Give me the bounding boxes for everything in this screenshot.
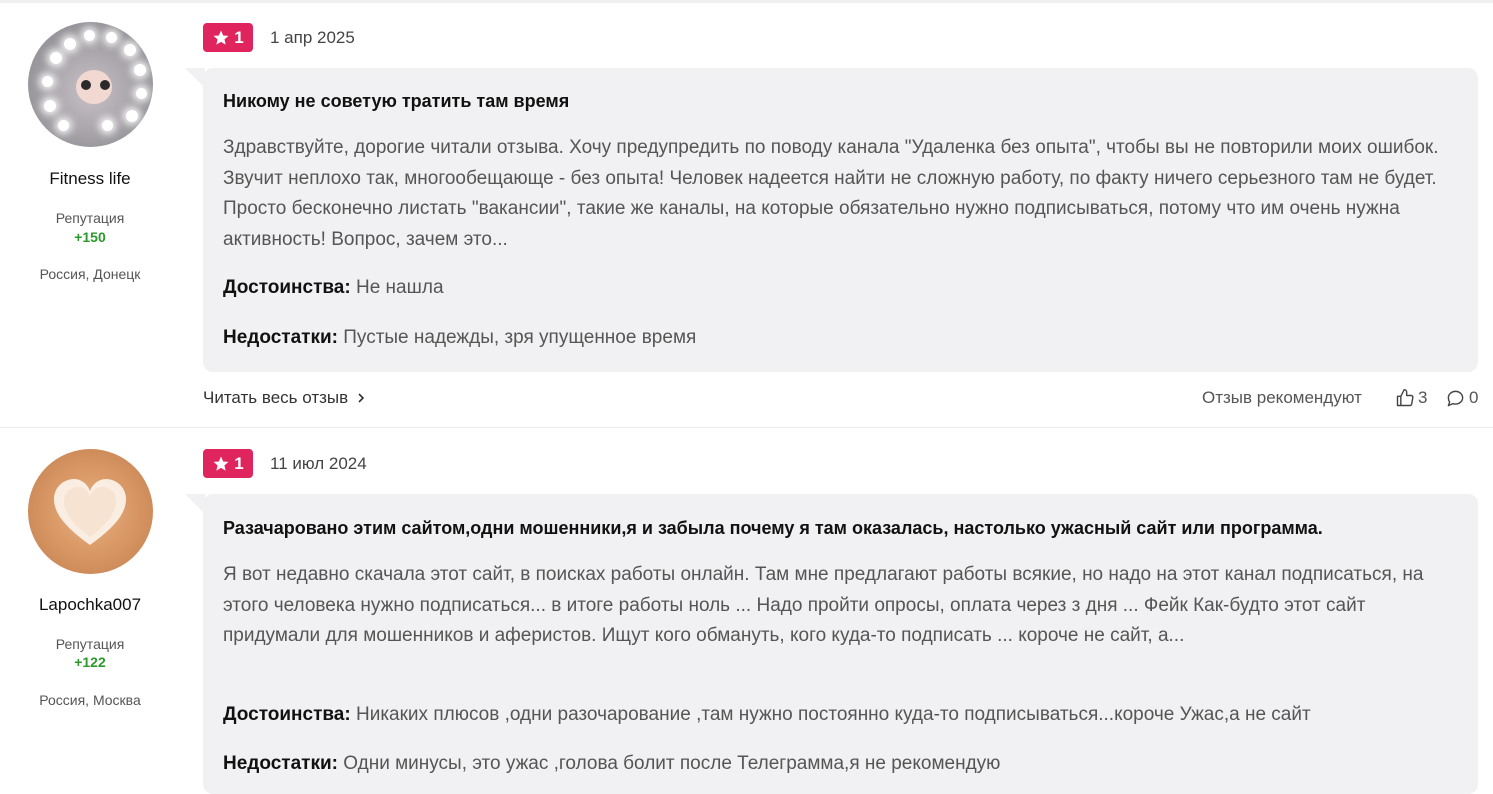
author-location: Россия, Москва bbox=[39, 692, 141, 708]
review-text: Я вот недавно скачала этот сайт, в поиск… bbox=[223, 564, 1424, 646]
cons: Недостатки: Пустые надежды, зря упущенно… bbox=[223, 327, 696, 349]
read-more-link[interactable]: Читать весь отзыв bbox=[203, 388, 366, 408]
review-date: 11 июл 2024 bbox=[270, 454, 367, 473]
star-icon bbox=[213, 30, 229, 45]
author-name[interactable]: Fitness life bbox=[0, 169, 180, 189]
review-card: Fitness life Репутация +150 Россия, Доне… bbox=[0, 0, 1493, 428]
read-more-label: Читать весь отзыв bbox=[203, 388, 349, 407]
cons-text: Пустые надежды, зря упущенное время bbox=[343, 327, 697, 348]
pros-label: Достоинства: bbox=[223, 704, 351, 725]
pros-text: Не нашла bbox=[355, 277, 444, 298]
pros: Достоинства: Никаких плюсов ,одни разоча… bbox=[223, 704, 1311, 726]
pros-label: Достоинства: bbox=[223, 277, 351, 298]
review-text: Здравствуйте, дорогие читали отзыва. Хоч… bbox=[223, 137, 1439, 250]
thumbs-up-icon bbox=[1396, 388, 1414, 407]
star-icon bbox=[213, 456, 229, 471]
rating-badge: 1 bbox=[203, 449, 253, 478]
author-name[interactable]: Lapochka007 bbox=[0, 595, 180, 615]
reputation-label: Репутация bbox=[55, 210, 125, 226]
likes-count: 3 bbox=[1418, 388, 1428, 407]
avatar[interactable] bbox=[28, 449, 153, 574]
pros: Достоинства: Не нашла bbox=[223, 277, 444, 299]
cons-text: Одни минусы, это ужас ,голова болит посл… bbox=[343, 753, 1001, 774]
reputation-label: Репутация bbox=[55, 636, 125, 652]
reputation-value: +122 bbox=[74, 654, 106, 670]
author-location: Россия, Донецк bbox=[39, 266, 141, 282]
review-bubble: Разачаровано этим сайтом,одни мошенники,… bbox=[203, 494, 1478, 794]
cons: Недостатки: Одни минусы, это ужас ,голов… bbox=[223, 753, 1000, 775]
like-button[interactable]: 3 bbox=[1395, 388, 1427, 408]
rating-value: 1 bbox=[234, 453, 244, 473]
bubble-tail bbox=[185, 68, 205, 88]
avatar[interactable] bbox=[28, 22, 153, 147]
chevron-right-icon bbox=[358, 393, 365, 403]
review-card: Lapochka007 Репутация +122 Россия, Москв… bbox=[0, 429, 1493, 794]
comments-count: 0 bbox=[1469, 388, 1479, 407]
comment-icon bbox=[1447, 390, 1464, 406]
rating-badge: 1 bbox=[203, 23, 253, 52]
cons-label: Недостатки: bbox=[223, 753, 338, 774]
cons-label: Недостатки: bbox=[223, 327, 338, 348]
bubble-tail bbox=[185, 494, 205, 514]
comments-button[interactable]: 0 bbox=[1446, 388, 1478, 408]
review-title[interactable]: Никому не советую тратить там время bbox=[223, 91, 569, 112]
review-bubble: Никому не советую тратить там время Здра… bbox=[203, 68, 1478, 372]
review-date: 1 апр 2025 bbox=[270, 28, 355, 47]
rating-value: 1 bbox=[234, 27, 244, 47]
pros-text: Никаких плюсов ,одни разочарование ,там … bbox=[355, 704, 1311, 725]
reputation-value: +150 bbox=[74, 229, 106, 245]
review-title[interactable]: Разачаровано этим сайтом,одни мошенники,… bbox=[223, 518, 1323, 539]
recommend-label: Отзыв рекомендуют bbox=[1202, 388, 1362, 407]
